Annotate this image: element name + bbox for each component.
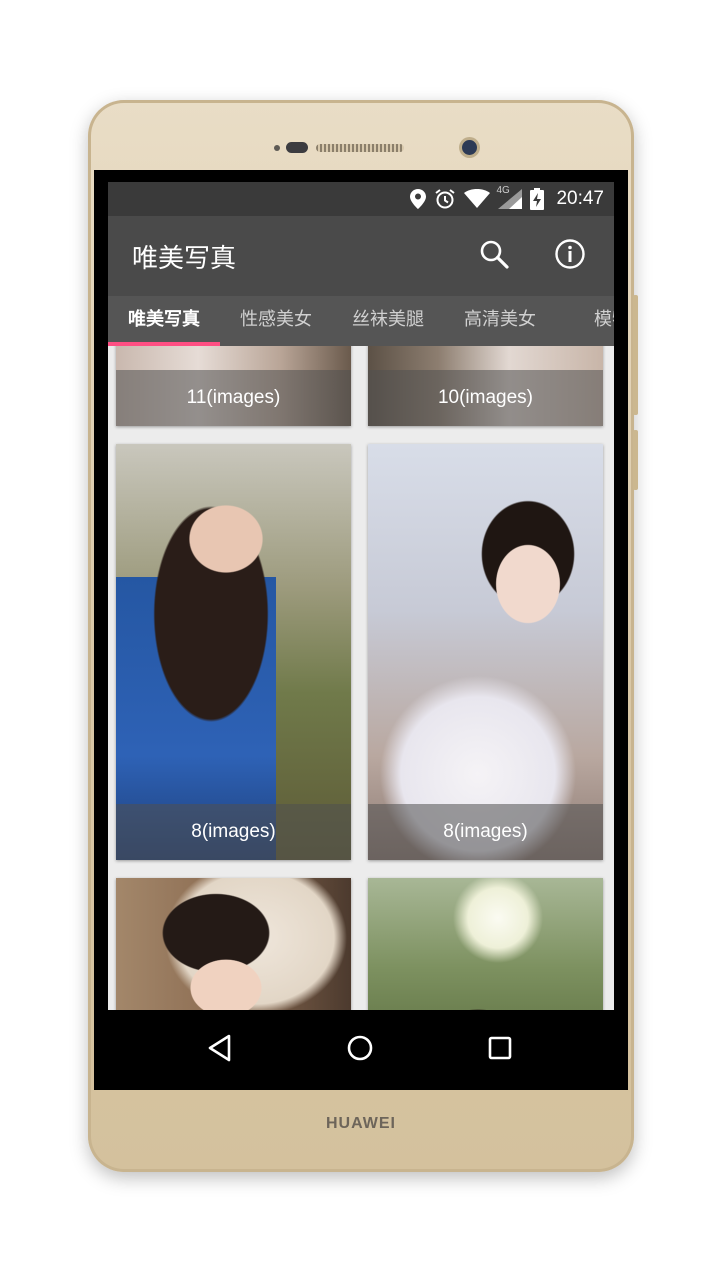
album-card[interactable] (368, 878, 603, 1010)
recents-button[interactable] (478, 1028, 522, 1072)
earpiece-speaker (316, 144, 404, 152)
album-card[interactable]: 8(images) (116, 444, 351, 860)
album-cover-image (116, 444, 351, 860)
album-image-count: 8(images) (368, 804, 603, 860)
home-button[interactable] (338, 1028, 382, 1072)
tab-weimei[interactable]: 唯美写真 (108, 296, 220, 346)
alarm-icon (434, 188, 456, 210)
system-nav-bar (94, 1010, 628, 1090)
tab-siwa[interactable]: 丝袜美腿 (332, 296, 444, 346)
status-time: 20:47 (556, 188, 604, 209)
home-icon (346, 1034, 374, 1066)
battery-icon (530, 188, 545, 210)
app-display: 4G 20:47 唯美写真 唯美写真 性感美女 丝袜美腿 高清美女 模 11(i… (108, 182, 614, 1010)
album-card[interactable] (116, 878, 351, 1010)
proximity-sensor (286, 142, 308, 153)
album-cover-image (368, 878, 603, 1010)
search-icon (478, 238, 510, 274)
album-image-count: 10(images) (368, 370, 603, 426)
tab-mote[interactable]: 模特 (556, 296, 614, 346)
sensor-dot (274, 145, 280, 151)
recents-icon (487, 1035, 513, 1065)
album-card[interactable]: 10(images) (368, 346, 603, 426)
back-button[interactable] (198, 1028, 242, 1072)
album-card[interactable]: 11(images) (116, 346, 351, 426)
network-type-label: 4G (496, 185, 510, 196)
volume-button (633, 295, 638, 415)
phone-screen: 4G 20:47 唯美写真 唯美写真 性感美女 丝袜美腿 高清美女 模 11(i… (94, 170, 628, 1090)
status-bar: 4G 20:47 (108, 182, 614, 216)
power-button (633, 430, 638, 490)
back-icon (207, 1034, 233, 1066)
wifi-icon (464, 189, 491, 209)
album-image-count: 11(images) (116, 370, 351, 426)
info-button[interactable] (552, 238, 588, 274)
tab-xinggan[interactable]: 性感美女 (220, 296, 332, 346)
category-tabs: 唯美写真 性感美女 丝袜美腿 高清美女 模特 (108, 296, 614, 346)
tab-gaoqing[interactable]: 高清美女 (444, 296, 556, 346)
page-title: 唯美写真 (132, 244, 237, 274)
info-icon (554, 238, 586, 274)
app-toolbar: 唯美写真 (108, 216, 614, 296)
location-icon (410, 189, 427, 209)
search-button[interactable] (476, 238, 512, 274)
album-card[interactable]: 8(images) (368, 444, 603, 860)
front-camera (462, 140, 477, 155)
album-cover-image (116, 878, 351, 1010)
album-image-count: 8(images) (116, 804, 351, 860)
device-brand-logo: HUAWEI (326, 1115, 396, 1132)
album-cover-image (368, 444, 603, 860)
signal-icon: 4G (496, 185, 523, 209)
album-grid: 11(images) 10(images) 8(images) 8(images… (108, 346, 614, 1010)
